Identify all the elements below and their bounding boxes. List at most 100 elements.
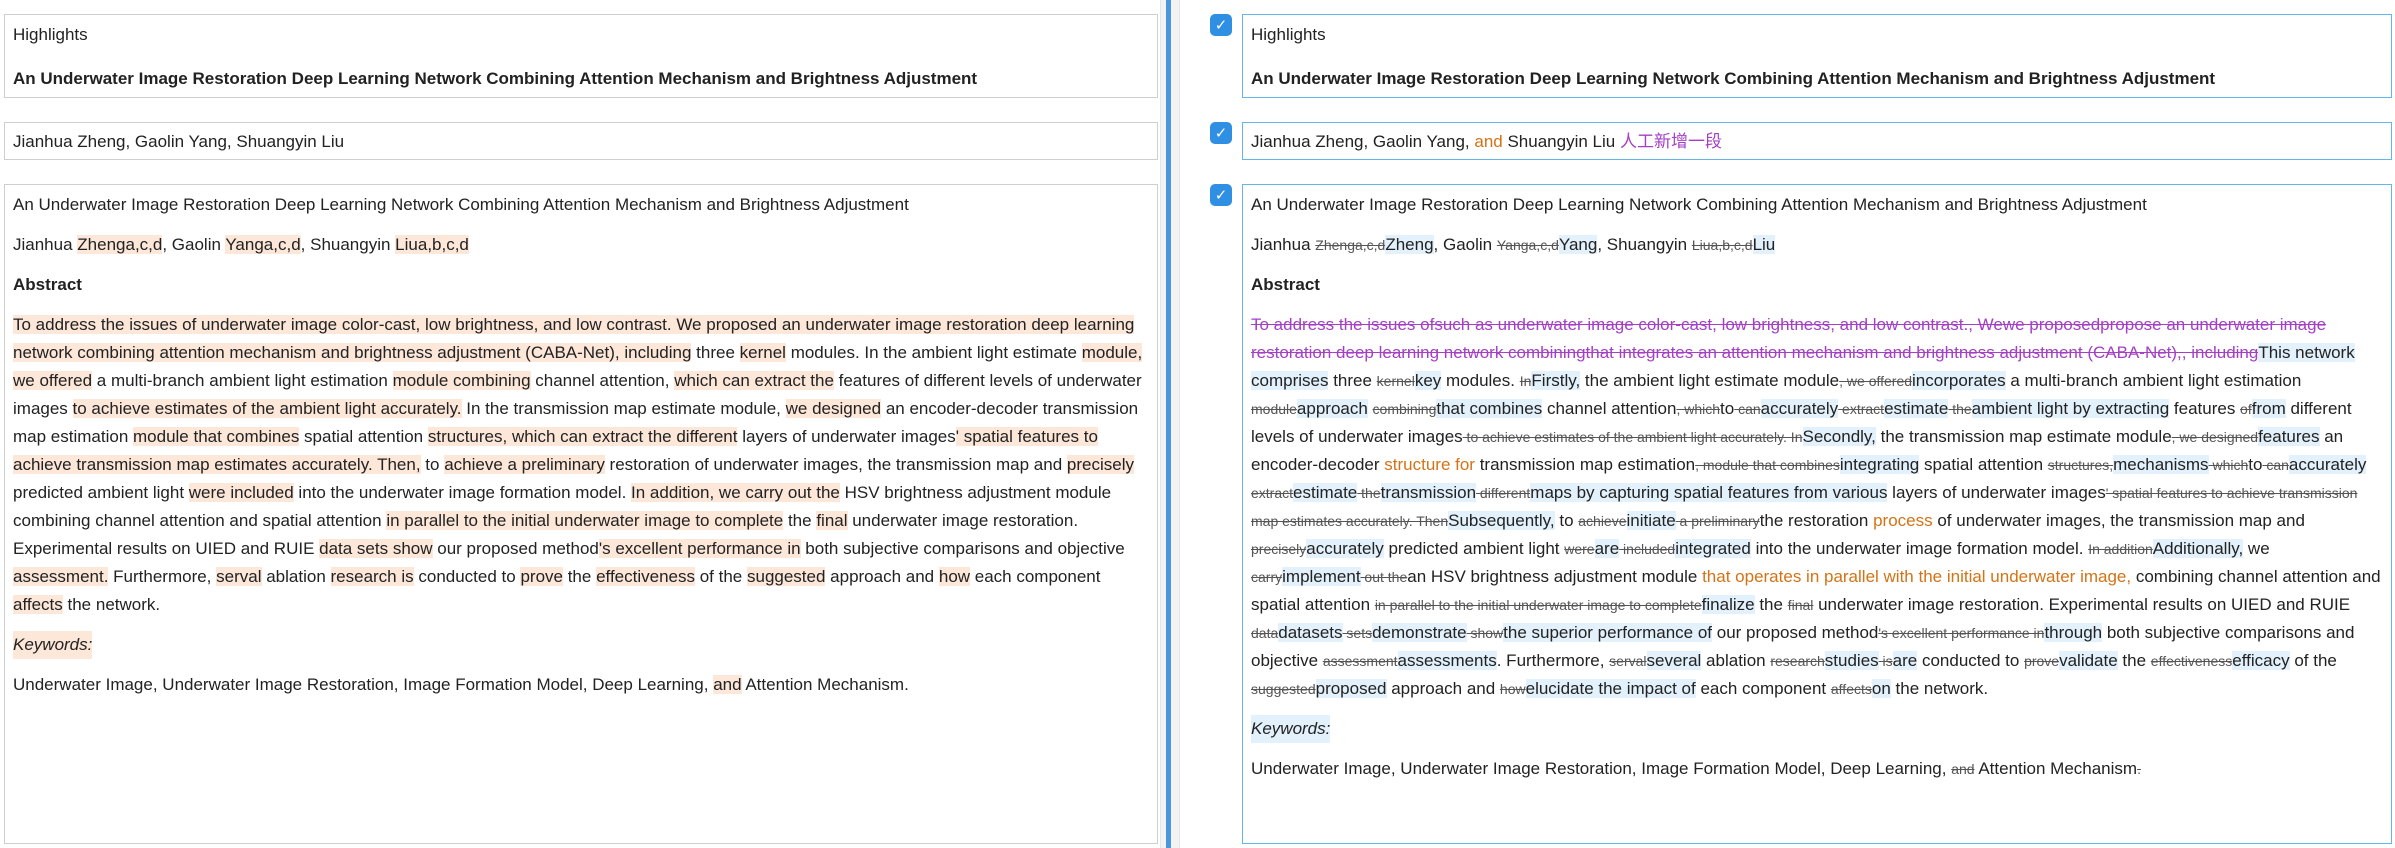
text-segment: ambient light by extracting xyxy=(1971,399,2170,418)
text-segment: kernel xyxy=(1376,373,1415,389)
text-segment: Yanga,c,d xyxy=(225,235,301,254)
text-segment: the superior performance of xyxy=(1503,623,1713,642)
pane-splitter[interactable] xyxy=(1160,0,1180,848)
text-segment: underwater image restoration. Experiment… xyxy=(1813,595,2351,614)
text-segment: predicted ambient light xyxy=(13,483,189,502)
text-segment: integrating xyxy=(1839,455,1920,474)
text-segment: mechanisms xyxy=(2113,455,2209,474)
highlights-label: Highlights xyxy=(13,25,88,44)
accept-check-icon[interactable]: ✓ xyxy=(1210,14,1232,36)
text-segment: , Gaolin xyxy=(1433,235,1497,254)
text-segment: features xyxy=(2169,399,2241,418)
abstract-paragraph: To address the issues of underwater imag… xyxy=(13,311,1149,619)
text-segment: layers of underwater images xyxy=(1887,483,2106,502)
paper-title: An Underwater Image Restoration Deep Lea… xyxy=(13,69,978,88)
text-segment: integrated xyxy=(1675,539,1751,558)
text-segment: final xyxy=(816,511,848,530)
text-segment: conducted to xyxy=(413,567,521,586)
text-segment: In addition, we carry out the xyxy=(631,483,840,502)
text-segment: data xyxy=(1251,625,1279,641)
text-segment: modules. In the ambient light estimate xyxy=(785,343,1082,362)
text-segment: elucidate the impact of xyxy=(1525,679,1696,698)
abstract-paragraph: To address the issues ofsuch as underwat… xyxy=(1251,311,2383,703)
main-authors: Jianhua Zhenga,c,d, Gaolin Yanga,c,d, Sh… xyxy=(13,231,1149,259)
text-segment: effectiveness xyxy=(2150,653,2233,669)
text-segment: module combining xyxy=(392,371,531,390)
text-segment: Zhenga,c,d xyxy=(77,235,163,254)
text-segment: which can extract the xyxy=(674,371,834,390)
text-segment: Shuangyin Liu xyxy=(1502,132,1620,151)
text-segment: kernel xyxy=(739,343,786,362)
text-segment: maps by capturing spatial features from … xyxy=(1530,483,1888,502)
text-segment: different xyxy=(1476,485,1531,501)
original-document-pane: Highlights An Underwater Image Restorati… xyxy=(0,0,1160,848)
text-segment: , Shuangyin xyxy=(300,235,396,254)
text-segment: Yanga,c,d xyxy=(1496,237,1559,253)
text-segment: 's excellent performance in xyxy=(598,539,801,558)
text-segment: a multi-branch ambient light estimation xyxy=(92,371,393,390)
text-segment: to achieve estimates of the ambient ligh… xyxy=(72,399,462,418)
right-main-block[interactable]: An Underwater Image Restoration Deep Lea… xyxy=(1242,184,2392,844)
text-segment: achieve a preliminary xyxy=(444,455,605,474)
text-segment: a preliminary xyxy=(1675,513,1760,529)
text-segment: estimate xyxy=(1293,483,1358,502)
main-authors: Jianhua Zhenga,c,dZheng, Gaolin Yanga,c,… xyxy=(1251,231,2383,259)
text-segment: spatial attention xyxy=(1919,455,2048,474)
text-segment: 's excellent performance in xyxy=(1878,625,2045,641)
text-segment: included xyxy=(1619,541,1676,557)
text-segment: to xyxy=(1720,399,1735,418)
text-segment: finalize xyxy=(1701,595,1755,614)
text-segment: how xyxy=(1499,681,1526,697)
text-segment: the xyxy=(1357,485,1381,501)
right-authors-block[interactable]: Jianhua Zheng, Gaolin Yang, and Shuangyi… xyxy=(1242,122,2392,160)
text-segment: process xyxy=(1873,511,1933,530)
text-segment: of xyxy=(2240,401,2252,417)
text-segment: ablation xyxy=(261,567,331,586)
accept-check-icon[interactable]: ✓ xyxy=(1210,184,1232,206)
keywords-text: Underwater Image, Underwater Image Resto… xyxy=(1251,755,2383,783)
text-segment: the xyxy=(2117,651,2151,670)
text-segment: transmission map estimation xyxy=(1474,455,1696,474)
text-segment: can xyxy=(1734,401,1761,417)
text-segment: we xyxy=(2243,539,2270,558)
left-highlights-block[interactable]: Highlights An Underwater Image Restorati… xyxy=(4,14,1158,98)
left-authors-block[interactable]: Jianhua Zheng, Gaolin Yang, Shuangyin Li… xyxy=(4,122,1158,160)
text-segment: proposed xyxy=(1315,679,1387,698)
text-segment: the network. xyxy=(62,595,161,614)
left-main-block[interactable]: An Underwater Image Restoration Deep Lea… xyxy=(4,184,1158,844)
splitter-grip[interactable] xyxy=(1166,0,1171,848)
text-segment: , we designed xyxy=(2171,429,2259,445)
text-segment: Liua,b,c,d xyxy=(395,235,469,254)
text-segment: In xyxy=(1786,429,1803,445)
text-segment: approach and xyxy=(1386,679,1500,698)
text-segment: channel attention, xyxy=(530,371,675,390)
text-segment: the xyxy=(1948,401,1972,417)
text-segment: Liu xyxy=(1752,235,1776,254)
text-segment: modules. xyxy=(1441,371,1520,390)
text-segment: , we offered xyxy=(1839,373,1913,389)
text-segment: demonstrate xyxy=(1372,623,1467,642)
text-segment: final xyxy=(1787,597,1814,613)
text-segment: In the transmission map estimate module, xyxy=(461,399,786,418)
text-segment: Additionally, xyxy=(2152,539,2244,558)
text-segment: incorporates xyxy=(1912,371,2006,390)
text-segment: that combines xyxy=(1436,399,1543,418)
text-segment: . Furthermore, xyxy=(1496,651,1610,670)
text-segment: sets xyxy=(1342,625,1373,641)
text-segment: is xyxy=(1878,653,1893,669)
highlights-label: Highlights xyxy=(1251,25,1326,44)
text-segment: in parallel to the initial underwater im… xyxy=(1374,597,1702,613)
text-segment: Zheng xyxy=(1385,235,1434,254)
text-segment: predicted ambient light xyxy=(1383,539,1565,558)
text-segment: assessment. xyxy=(13,567,109,586)
text-segment: through xyxy=(2044,623,2103,642)
accept-check-icon[interactable]: ✓ xyxy=(1210,122,1232,144)
text-segment: suggested xyxy=(1251,681,1316,697)
text-segment: extract xyxy=(1838,401,1885,417)
text-segment: module that combines xyxy=(133,427,300,446)
text-segment: from xyxy=(2251,399,2286,418)
right-highlights-block[interactable]: Highlights An Underwater Image Restorati… xyxy=(1242,14,2392,98)
text-segment: affects xyxy=(13,595,63,614)
text-segment: structures, xyxy=(2047,457,2114,473)
text-segment: serval xyxy=(1609,653,1647,669)
